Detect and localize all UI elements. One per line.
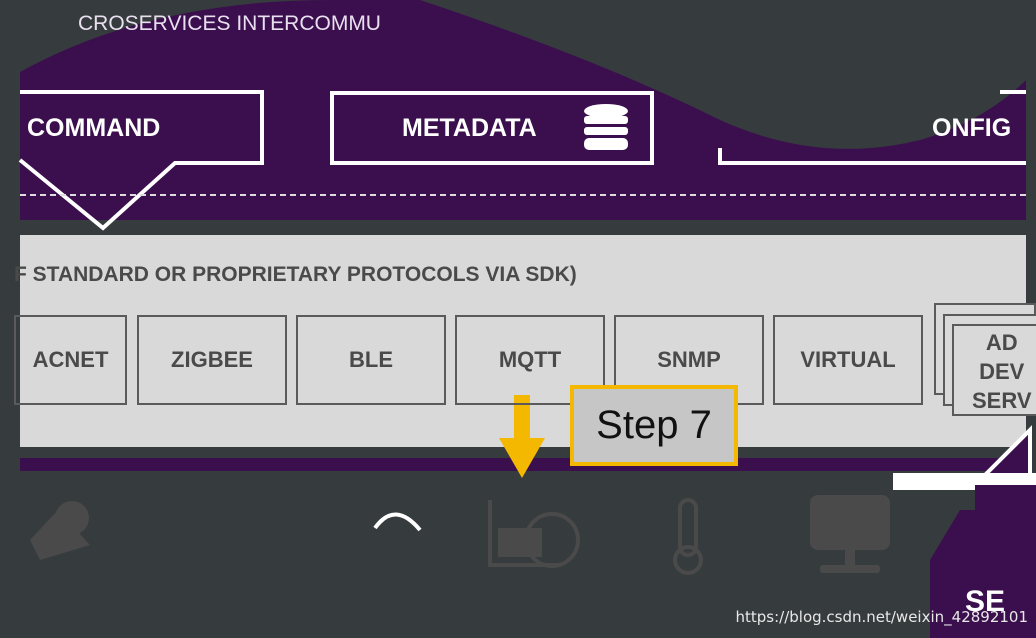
database-icon bbox=[584, 104, 628, 150]
watermark: https://blog.csdn.net/weixin_42892101 bbox=[735, 608, 1028, 626]
thermometer-icon bbox=[673, 498, 703, 575]
protocol-label: ACNET bbox=[32, 347, 109, 372]
protocol-label: SNMP bbox=[657, 347, 721, 372]
command-label[interactable]: COMMAND bbox=[27, 114, 160, 143]
sensor-cluster-icon bbox=[30, 501, 90, 560]
additional-service-line: AD bbox=[985, 330, 1018, 355]
protocol-ble[interactable]: BLE bbox=[296, 315, 446, 405]
protocol-bacnet[interactable]: ACNET bbox=[14, 315, 127, 405]
protocol-virtual[interactable]: VIRTUAL bbox=[773, 315, 923, 405]
protocol-zigbee[interactable]: ZIGBEE bbox=[137, 315, 287, 405]
step-callout: Step 7 bbox=[570, 385, 738, 466]
additional-service-line: SERV bbox=[972, 388, 1032, 413]
protocol-label: ZIGBEE bbox=[171, 347, 253, 372]
monitor-network-icon bbox=[810, 495, 890, 573]
protocol-label: VIRTUAL bbox=[800, 347, 896, 372]
protocol-label: MQTT bbox=[498, 347, 562, 372]
protocol-label: BLE bbox=[349, 347, 393, 372]
header-text: CROSERVICES INTERCOMMU bbox=[78, 12, 381, 35]
gauge-icon bbox=[373, 512, 422, 532]
metadata-label[interactable]: METADATA bbox=[402, 114, 537, 143]
lab-device-icon bbox=[488, 500, 580, 568]
slide: CROSERVICES INTERCOMMU COMMAND METADATA … bbox=[0, 0, 1036, 638]
config-label[interactable]: ONFIG bbox=[932, 114, 1011, 143]
additional-service-line: DEV bbox=[979, 359, 1025, 384]
step-label: Step 7 bbox=[596, 403, 712, 447]
additional-device-service[interactable]: AD DEV SERV bbox=[972, 328, 1032, 415]
device-layer-caption: F STANDARD OR PROPRIETARY PROTOCOLS VIA … bbox=[14, 263, 577, 286]
